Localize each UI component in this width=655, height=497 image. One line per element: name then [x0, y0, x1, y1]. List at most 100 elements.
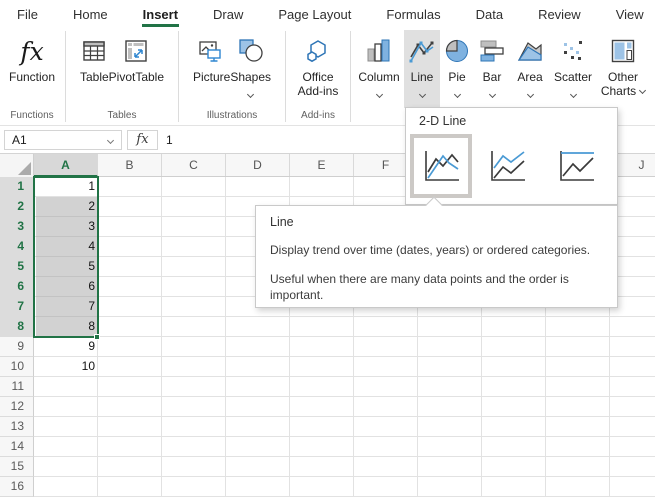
select-all-corner[interactable] — [0, 154, 34, 177]
ribbon-separator — [350, 31, 351, 122]
chevron-down-icon — [375, 91, 382, 98]
other-charts-label: Other Charts — [600, 70, 646, 98]
tab-formulas[interactable]: Formulas — [385, 2, 441, 27]
line-chart-label: Line — [411, 70, 434, 84]
other-charts-button[interactable]: Other Charts — [596, 30, 650, 108]
selection-border — [33, 176, 99, 338]
area-chart-label: Area — [517, 70, 542, 84]
tooltip-description: Display trend over time (dates, years) o… — [270, 242, 603, 258]
row-header-1[interactable]: 1 — [0, 177, 34, 197]
function-label: Function — [9, 70, 55, 84]
scatter-chart-icon — [560, 35, 586, 67]
row-header-11[interactable]: 11 — [0, 377, 34, 397]
column-header-b[interactable]: B — [98, 154, 162, 176]
row-header-10[interactable]: 10 — [0, 357, 34, 377]
chevron-down-icon — [418, 91, 425, 98]
column-header-c[interactable]: C — [162, 154, 226, 176]
scatter-chart-button[interactable]: Scatter — [550, 30, 596, 108]
bar-chart-label: Bar — [483, 70, 502, 84]
line-chart-button[interactable]: Line — [404, 30, 440, 108]
hundred-percent-stacked-line-chart-option[interactable] — [551, 140, 601, 192]
office-addins-icon — [305, 35, 331, 67]
ribbon-separator — [65, 31, 66, 122]
name-box[interactable]: A1 — [4, 130, 122, 150]
stacked-line-chart-option[interactable] — [482, 140, 532, 192]
row-header-5[interactable]: 5 — [0, 257, 34, 277]
menu-bar: File Home Insert Draw Page Layout Formul… — [0, 0, 655, 28]
hundred-percent-stacked-line-chart-icon — [554, 147, 598, 185]
chevron-down-icon — [526, 91, 533, 98]
tab-draw[interactable]: Draw — [212, 2, 244, 27]
insert-function-button[interactable]: fx — [127, 130, 158, 150]
column-chart-label: Column — [358, 70, 399, 84]
tab-home[interactable]: Home — [72, 2, 109, 27]
formula-input[interactable]: 1 — [166, 130, 173, 150]
row-header-12[interactable]: 12 — [0, 397, 34, 417]
column-chart-icon — [366, 35, 392, 67]
row-header-16[interactable]: 16 — [0, 477, 34, 497]
tooltip-title: Line — [270, 215, 603, 229]
select-all-triangle-icon — [18, 162, 31, 175]
picture-label: Picture — [193, 70, 230, 84]
pie-chart-label: Pie — [448, 70, 465, 84]
row-header-9[interactable]: 9 — [0, 337, 34, 357]
picture-button[interactable]: Picture — [193, 30, 230, 108]
row-header-4[interactable]: 4 — [0, 237, 34, 257]
excel-window: File Home Insert Draw Page Layout Formul… — [0, 0, 655, 497]
line-chart-dropdown: 2-D Line — [405, 107, 618, 205]
column-header-d[interactable]: D — [226, 154, 290, 176]
bar-chart-icon — [479, 35, 505, 67]
dropdown-section-title: 2-D Line — [419, 114, 466, 128]
pivottable-button[interactable]: PivotTable — [109, 30, 164, 108]
fill-handle[interactable] — [94, 334, 100, 340]
picture-icon — [198, 35, 226, 67]
group-label-functions: Functions — [0, 108, 64, 125]
row-header-15[interactable]: 15 — [0, 457, 34, 477]
line-chart-option[interactable] — [410, 134, 472, 198]
column-chart-button[interactable]: Column — [354, 30, 404, 108]
table-label: Table — [80, 70, 109, 84]
function-fx-icon: fx — [20, 35, 43, 67]
group-label-illustrations: Illustrations — [180, 108, 284, 125]
name-box-value: A1 — [12, 133, 27, 147]
tab-data[interactable]: Data — [475, 2, 504, 27]
bar-chart-button[interactable]: Bar — [474, 30, 510, 108]
chevron-down-icon — [453, 91, 460, 98]
row-header-2[interactable]: 2 — [0, 197, 34, 217]
function-button[interactable]: fx Function — [9, 30, 55, 108]
tab-file[interactable]: File — [16, 2, 39, 27]
line-chart-icon — [408, 35, 436, 67]
column-header-a[interactable]: A — [34, 154, 98, 177]
pivottable-icon — [123, 35, 149, 67]
row-header-8[interactable]: 8 — [0, 317, 34, 337]
row-header-14[interactable]: 14 — [0, 437, 34, 457]
cell-a10[interactable]: 10 — [34, 357, 95, 377]
row-header-7[interactable]: 7 — [0, 297, 34, 317]
shapes-icon — [237, 35, 265, 67]
area-chart-button[interactable]: Area — [510, 30, 550, 108]
row-header-13[interactable]: 13 — [0, 417, 34, 437]
ribbon-group-addins: Office Add-ins Add-ins — [287, 28, 349, 125]
tab-view[interactable]: View — [615, 2, 645, 27]
table-button[interactable]: Table — [80, 30, 109, 108]
ribbon-group-tables: Table PivotTable Tables — [67, 28, 177, 125]
tab-review[interactable]: Review — [537, 2, 582, 27]
group-label-addins: Add-ins — [287, 108, 349, 125]
shapes-button[interactable]: Shapes — [230, 30, 271, 108]
group-label-tables: Tables — [67, 108, 177, 125]
line-chart-icon — [419, 147, 463, 185]
office-addins-button[interactable]: Office Add-ins — [292, 30, 344, 108]
ribbon-group-illustrations: Picture Shapes Illustrations — [180, 28, 284, 125]
other-charts-icon — [610, 35, 636, 67]
office-addins-label: Office Add-ins — [292, 70, 344, 98]
row-header-6[interactable]: 6 — [0, 277, 34, 297]
stacked-line-chart-icon — [485, 147, 529, 185]
cell-a9[interactable]: 9 — [34, 337, 95, 357]
tab-insert[interactable]: Insert — [142, 2, 179, 27]
line-chart-tooltip: Line Display trend over time (dates, yea… — [255, 205, 618, 308]
tab-page-layout[interactable]: Page Layout — [277, 2, 352, 27]
pie-chart-button[interactable]: Pie — [440, 30, 474, 108]
column-header-e[interactable]: E — [290, 154, 354, 176]
row-header-3[interactable]: 3 — [0, 217, 34, 237]
area-chart-icon — [516, 35, 544, 67]
